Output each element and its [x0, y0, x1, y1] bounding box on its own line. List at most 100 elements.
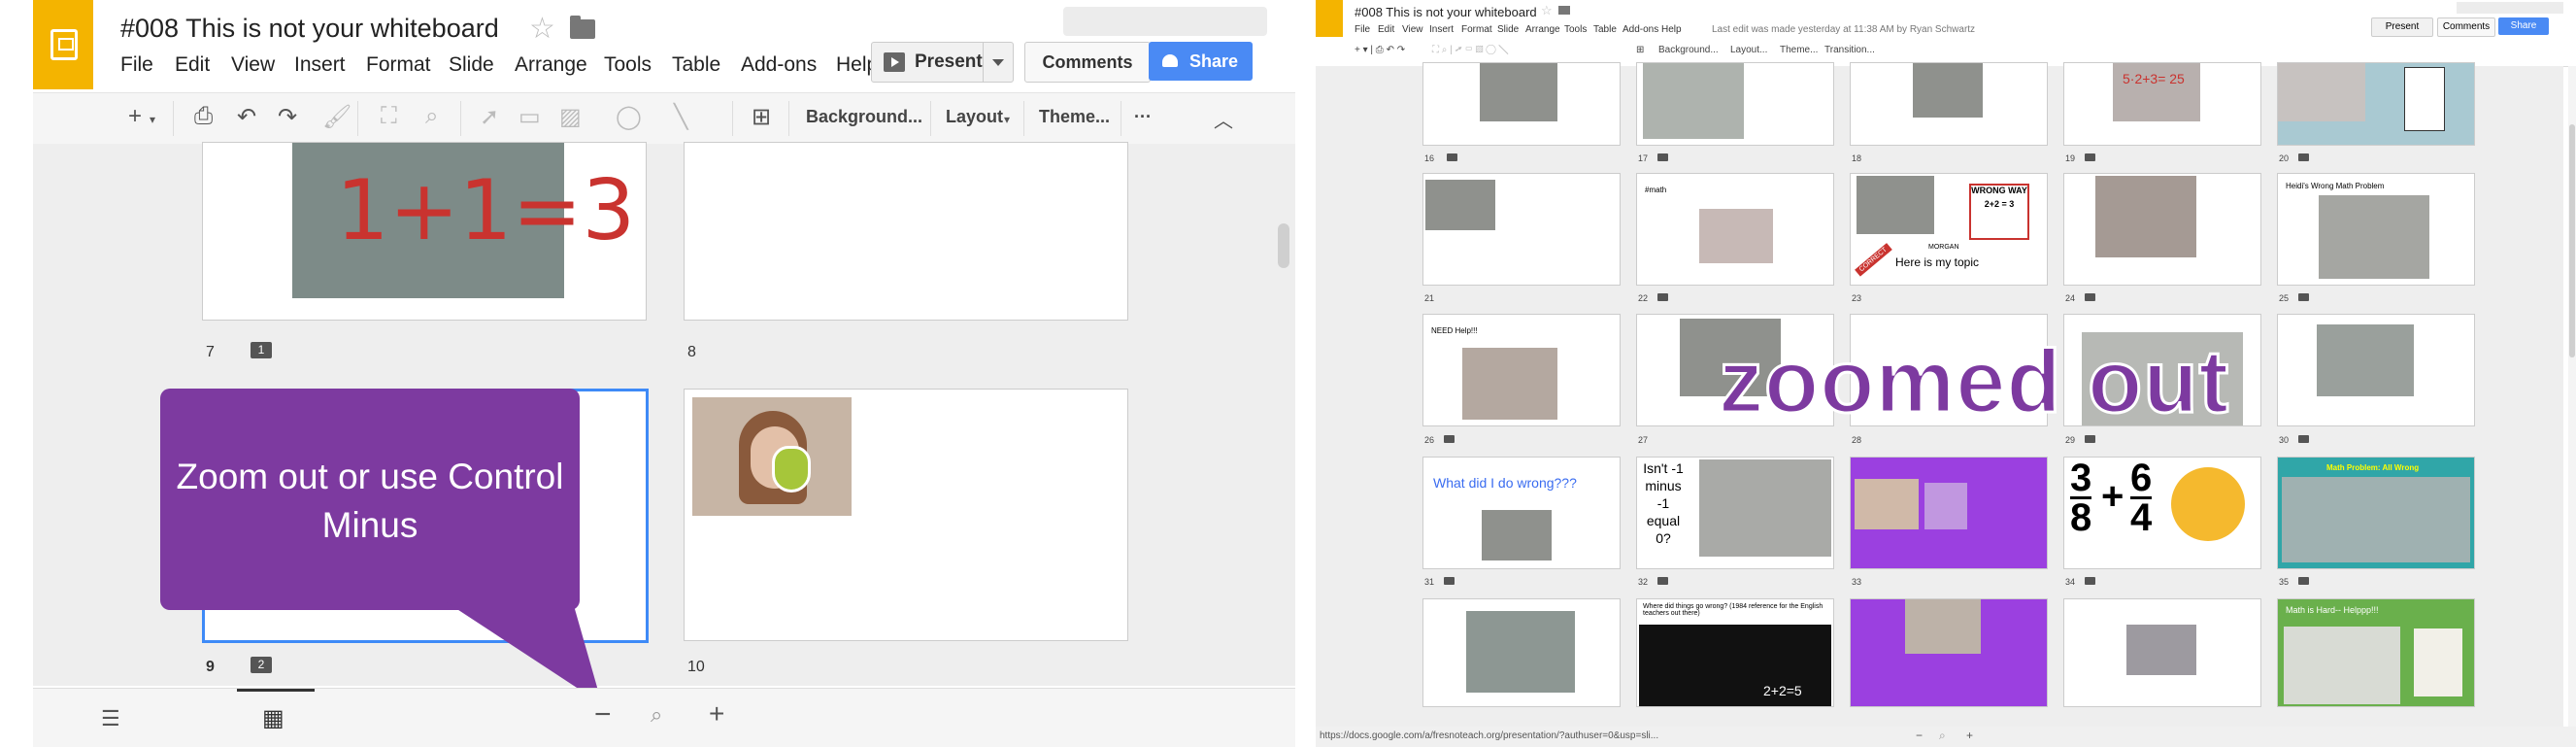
slide-thumbnail-34[interactable]: 38 + 64 — [2063, 457, 2261, 569]
slide-thumbnail-22[interactable]: #math — [1636, 173, 1834, 286]
comment-count-badge[interactable]: 2 — [251, 657, 272, 673]
menu-format[interactable]: Format — [1461, 24, 1492, 35]
transition-button[interactable]: Transition... — [1824, 45, 1875, 55]
slide-thumbnail-20[interactable] — [2277, 62, 2475, 146]
menu-file[interactable]: File — [1355, 24, 1370, 35]
slide-thumbnail-18[interactable] — [1850, 62, 2048, 146]
slide-thumbnail-19[interactable]: 5·2+3= 25 — [2063, 62, 2261, 146]
last-edit-status[interactable]: Last edit was made yesterday at 11:38 AM… — [1712, 24, 1975, 35]
collapse-icon[interactable]: ︿ — [1214, 105, 1233, 133]
zoom-out-button[interactable]: − — [594, 698, 612, 731]
slide-thumbnail-17[interactable] — [1636, 62, 1834, 146]
document-title[interactable]: #008 This is not your whiteboard — [120, 14, 499, 44]
new-slide-icon[interactable]: + — [128, 103, 142, 130]
fit-icon[interactable]: ⛶ — [381, 103, 397, 130]
zoom-magnifier-icon[interactable]: ⌕ — [1939, 729, 1946, 743]
comments-button[interactable]: Comments — [1024, 42, 1151, 83]
scrollbar-thumb[interactable] — [1278, 223, 1289, 268]
shape-icon[interactable]: ◯ — [616, 103, 642, 131]
scrollbar-thumb[interactable] — [2569, 124, 2575, 357]
paint-format-icon[interactable]: 🖌︎ — [322, 103, 351, 131]
grid-view-icon[interactable]: ▦ — [262, 704, 284, 732]
background-button[interactable]: Background... — [806, 107, 922, 127]
slide-thumbnail-25[interactable]: Heidi's Wrong Math Problem — [2277, 173, 2475, 286]
scrollbar[interactable] — [2568, 66, 2576, 727]
menu-slide[interactable]: Slide — [449, 53, 494, 77]
slide-thumbnail-26[interactable]: NEED Help!!! — [1422, 314, 1621, 426]
menu-tools[interactable]: Tools — [604, 53, 652, 77]
comments-button[interactable]: Comments — [2437, 17, 2495, 37]
zoom-magnifier-icon[interactable]: ⌕ — [651, 702, 662, 728]
slide-thumbnail-36[interactable] — [1422, 598, 1621, 707]
menu-slide[interactable]: Slide — [1497, 24, 1519, 35]
comment-count-badge[interactable]: 1 — [251, 342, 272, 358]
menu-addons[interactable]: Add-ons — [1623, 24, 1658, 35]
folder-icon[interactable] — [1558, 6, 1570, 15]
slide-thumbnail-16[interactable] — [1422, 62, 1621, 146]
new-slide-icon[interactable]: + ▾ | ⎙ ↶ ↷ — [1355, 45, 1405, 55]
star-icon[interactable]: ☆ — [1541, 3, 1553, 18]
menu-edit[interactable]: Edit — [175, 53, 210, 77]
slide-thumbnail-7[interactable]: 1+1=3 — [202, 142, 647, 321]
menu-view[interactable]: View — [231, 53, 275, 77]
slide-thumbnail-37[interactable]: Where did things go wrong? (1984 referen… — [1636, 598, 1834, 707]
menu-edit[interactable]: Edit — [1378, 24, 1394, 35]
share-button[interactable]: Share — [2498, 17, 2549, 35]
line-icon[interactable]: ╲ — [674, 103, 687, 131]
menu-table[interactable]: Table — [1593, 24, 1617, 35]
slides-logo-icon[interactable] — [1316, 0, 1343, 37]
zoom-in-button[interactable]: + — [1966, 729, 1973, 742]
slide-thumbnail-38[interactable] — [1850, 598, 2048, 707]
menu-arrange[interactable]: Arrange — [1525, 24, 1560, 35]
menu-insert[interactable]: Insert — [1429, 24, 1454, 35]
slide-thumbnail-31[interactable]: What did I do wrong??? — [1422, 457, 1621, 569]
slide-thumbnail-30[interactable] — [2277, 314, 2475, 426]
undo-icon[interactable]: ↶ — [237, 103, 256, 131]
menu-insert[interactable]: Insert — [294, 53, 346, 77]
present-button[interactable]: Present — [2371, 17, 2433, 37]
slide-thumbnail-40[interactable]: Math is Hard-- Helppp!!! — [2277, 598, 2475, 707]
layout-dropdown-icon[interactable]: ▾ — [1004, 113, 1010, 126]
select-icon[interactable]: ➚ — [480, 103, 499, 131]
menu-view[interactable]: View — [1402, 24, 1423, 35]
slide-thumbnail-24[interactable] — [2063, 173, 2261, 286]
present-button[interactable]: Present — [871, 42, 1014, 83]
present-dropdown-icon[interactable] — [983, 43, 1013, 82]
slide-thumbnail-39[interactable] — [2063, 598, 2261, 707]
menu-addons[interactable]: Add-ons — [741, 53, 817, 77]
zoom-out-button[interactable]: − — [1916, 729, 1923, 742]
theme-button[interactable]: Theme... — [1039, 107, 1110, 127]
menu-format[interactable]: Format — [366, 53, 431, 77]
share-button[interactable]: Share — [1149, 42, 1253, 81]
more-button[interactable]: ··· — [1134, 107, 1152, 127]
slide-thumbnail-10[interactable] — [684, 389, 1128, 641]
filmstrip-view-icon[interactable]: ☰ — [101, 706, 120, 731]
zoom-icon[interactable]: ⌕ — [425, 103, 438, 130]
menu-tools[interactable]: Tools — [1564, 24, 1587, 35]
toolbar-icons[interactable]: ⛶ ⌕ | ➚ ▭ ▨ ◯ ╲ — [1432, 45, 1508, 55]
textbox-icon[interactable]: ▭ — [519, 103, 541, 131]
slide-thumbnail-32[interactable]: Isn't -1 minus -1 equal 0? — [1636, 457, 1834, 569]
zoom-in-button[interactable]: + — [709, 698, 724, 730]
slides-logo-icon[interactable] — [33, 0, 93, 89]
image-icon[interactable]: ▨ — [559, 103, 582, 131]
star-icon[interactable]: ☆ — [529, 12, 555, 46]
document-title[interactable]: #008 This is not your whiteboard — [1355, 5, 1537, 19]
redo-icon[interactable]: ↷ — [278, 103, 297, 131]
menu-arrange[interactable]: Arrange — [515, 53, 587, 77]
add-comment-icon[interactable]: ⊞ — [1636, 45, 1644, 55]
theme-button[interactable]: Theme... — [1780, 45, 1818, 55]
folder-icon[interactable] — [570, 16, 595, 39]
slide-thumbnail-21[interactable] — [1422, 173, 1621, 286]
menu-table[interactable]: Table — [672, 53, 720, 77]
slide-thumbnail-33[interactable] — [1850, 457, 2048, 569]
menu-help[interactable]: Help — [1661, 24, 1682, 35]
background-button[interactable]: Background... — [1658, 45, 1719, 55]
slide-thumbnail-8[interactable] — [684, 142, 1128, 321]
add-comment-icon[interactable]: ⊞ — [752, 103, 771, 131]
print-icon[interactable]: ⎙ — [194, 103, 213, 130]
slide-thumbnail-23[interactable]: WRONG WAY 2+2 = 3 CORRECT MORGAN Here is… — [1850, 173, 2048, 286]
layout-button[interactable]: Layout — [946, 107, 1003, 127]
layout-button[interactable]: Layout... — [1730, 45, 1767, 55]
menu-file[interactable]: File — [120, 53, 153, 77]
